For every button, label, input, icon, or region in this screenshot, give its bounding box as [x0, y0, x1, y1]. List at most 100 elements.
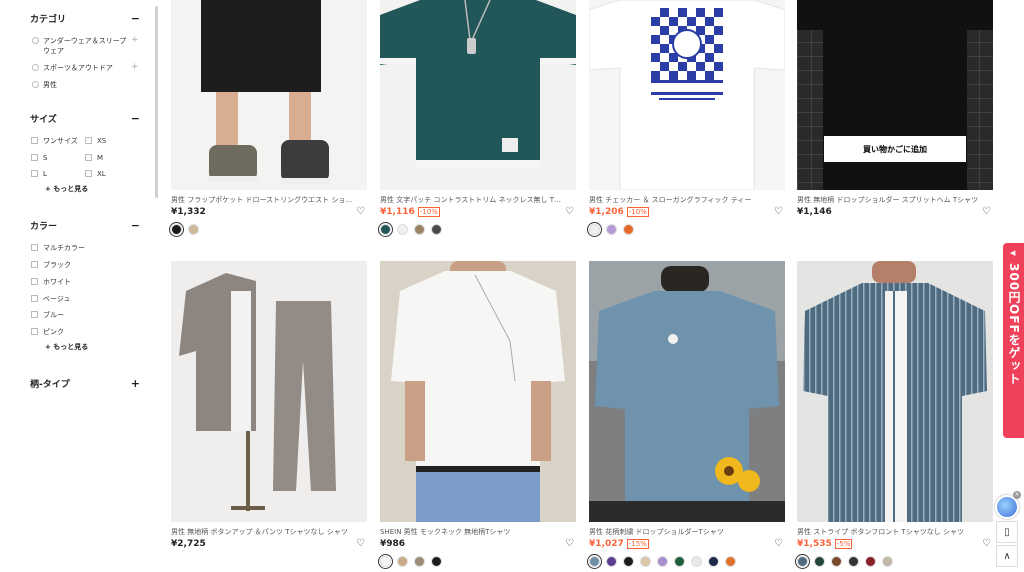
product-image[interactable] [380, 261, 576, 522]
swatch[interactable] [414, 224, 425, 235]
color-option-pink[interactable]: ピンク [31, 327, 64, 337]
wishlist-heart-icon[interactable]: ♡ [774, 538, 783, 549]
product-image[interactable] [171, 0, 367, 190]
size-option-onesize[interactable]: ワンサイズ [31, 136, 78, 146]
swatch[interactable] [674, 556, 685, 567]
size-option-xl[interactable]: XL [85, 169, 106, 179]
swatch[interactable] [431, 556, 442, 567]
swatch[interactable] [623, 556, 634, 567]
product-card[interactable]: 男性 文字パッチ コントラストトリム ネックレス無し Tシ... ♡ ¥1,11… [380, 0, 576, 240]
product-title[interactable]: SHEIN 男性 モックネック 無地柄Tシャツ [380, 527, 562, 537]
product-title[interactable]: 男性 ストライプ ボタンフロント Tシャツなし シャツ [797, 527, 979, 537]
swatch[interactable] [589, 556, 600, 567]
product-title[interactable]: 男性 花柄刺繍 ドロップショルダーTシャツ [589, 527, 771, 537]
sidebar-scrollbar[interactable] [155, 6, 158, 198]
swatch[interactable] [397, 224, 408, 235]
collapse-icon[interactable]: − [131, 220, 140, 231]
swatch[interactable] [606, 224, 617, 235]
size-option-s[interactable]: S [31, 153, 47, 163]
checkbox[interactable] [31, 278, 38, 285]
swatch[interactable] [589, 224, 600, 235]
product-image[interactable] [171, 261, 367, 522]
category-option-sports[interactable]: スポーツ＆アウトドア [32, 63, 113, 73]
color-option-multi[interactable]: マルチカラー [31, 243, 85, 253]
size-more-link[interactable]: + もっと見る [45, 184, 88, 194]
checkbox[interactable] [31, 261, 38, 268]
swatch[interactable] [657, 556, 668, 567]
pattern-section-header[interactable]: 柄-タイプ + [30, 375, 140, 391]
expand-icon[interactable]: + [131, 378, 140, 389]
product-image[interactable] [589, 261, 785, 522]
color-option-white[interactable]: ホワイト [31, 277, 71, 287]
product-image[interactable] [589, 0, 785, 190]
swatch[interactable] [640, 556, 651, 567]
checkbox[interactable] [85, 137, 92, 144]
swatch[interactable] [171, 224, 182, 235]
swatch[interactable] [882, 556, 893, 567]
checkbox[interactable] [31, 328, 38, 335]
radio-icon[interactable] [32, 64, 39, 71]
expand-icon[interactable]: + [131, 35, 139, 45]
color-more-link[interactable]: + もっと見る [45, 342, 88, 352]
checkbox[interactable] [31, 244, 38, 251]
product-card[interactable]: 男性 ストライプ ボタンフロント Tシャツなし シャツ ♡ ¥1,535 -5% [797, 261, 993, 572]
swatch[interactable] [431, 224, 442, 235]
radio-icon[interactable] [32, 37, 39, 44]
copy-icon[interactable]: ▯ [996, 521, 1018, 543]
add-to-cart-button[interactable]: 買い物かごに追加 [824, 136, 966, 162]
size-section-header[interactable]: サイズ − [30, 110, 140, 126]
product-image[interactable] [380, 0, 576, 190]
swatch[interactable] [606, 556, 617, 567]
product-image[interactable]: 買い物かごに追加 [797, 0, 993, 190]
wishlist-heart-icon[interactable]: ♡ [774, 206, 783, 217]
swatch[interactable] [831, 556, 842, 567]
swatch[interactable] [814, 556, 825, 567]
wishlist-heart-icon[interactable]: ♡ [356, 538, 365, 549]
wishlist-heart-icon[interactable]: ♡ [565, 538, 574, 549]
category-section-header[interactable]: カテゴリ − [30, 10, 140, 26]
wishlist-heart-icon[interactable]: ♡ [982, 206, 991, 217]
expand-icon[interactable]: + [131, 62, 139, 72]
size-option-l[interactable]: L [31, 169, 47, 179]
wishlist-heart-icon[interactable]: ♡ [982, 538, 991, 549]
radio-icon[interactable] [32, 81, 39, 88]
checkbox[interactable] [85, 154, 92, 161]
swatch[interactable] [188, 224, 199, 235]
swatch[interactable] [397, 556, 408, 567]
product-card[interactable]: 男性 フラップポケット ドローストリングウエスト ショー... ♡ ¥1,332 [171, 0, 367, 240]
wishlist-heart-icon[interactable]: ♡ [356, 206, 365, 217]
product-image[interactable] [797, 261, 993, 522]
product-card[interactable]: SHEIN 男性 モックネック 無地柄Tシャツ ♡ ¥986 [380, 261, 576, 572]
checkbox[interactable] [31, 295, 38, 302]
wishlist-heart-icon[interactable]: ♡ [565, 206, 574, 217]
coupon-promo-tab[interactable]: ◀ 300円OFFをゲット [1003, 243, 1024, 438]
checkbox[interactable] [31, 154, 38, 161]
product-title[interactable]: 男性 チェッカー ＆ スローガングラフィック ティー [589, 195, 771, 205]
swatch[interactable] [380, 224, 391, 235]
checkbox[interactable] [31, 137, 38, 144]
close-icon[interactable]: × [1013, 491, 1021, 499]
swatch[interactable] [708, 556, 719, 567]
back-to-top-icon[interactable]: ∧ [996, 545, 1018, 567]
swatch[interactable] [848, 556, 859, 567]
color-section-header[interactable]: カラー − [30, 217, 140, 233]
swatch[interactable] [414, 556, 425, 567]
product-title[interactable]: 男性 文字パッチ コントラストトリム ネックレス無し Tシ... [380, 195, 562, 205]
product-card[interactable]: 買い物かごに追加 男性 無地柄 ドロップショルダー スプリットヘム Tシャツ ♡… [797, 0, 993, 240]
product-card[interactable]: 男性 チェッカー ＆ スローガングラフィック ティー ♡ ¥1,206 -10% [589, 0, 785, 240]
swatch[interactable] [623, 224, 634, 235]
collapse-icon[interactable]: − [131, 113, 140, 124]
color-option-black[interactable]: ブラック [31, 260, 71, 270]
swatch[interactable] [691, 556, 702, 567]
product-title[interactable]: 男性 無地柄 ボタンアップ ＆パンツ Tシャツなし シャツ [171, 527, 353, 537]
swatch[interactable] [380, 556, 391, 567]
product-card[interactable]: 男性 無地柄 ボタンアップ ＆パンツ Tシャツなし シャツ ♡ ¥2,725 [171, 261, 367, 572]
checkbox[interactable] [85, 170, 92, 177]
swatch[interactable] [797, 556, 808, 567]
size-option-xs[interactable]: XS [85, 136, 106, 146]
color-option-blue[interactable]: ブルー [31, 310, 64, 320]
color-option-beige[interactable]: ベージュ [31, 294, 70, 304]
size-option-m[interactable]: M [85, 153, 103, 163]
checkbox[interactable] [31, 311, 38, 318]
category-option-underwear[interactable]: アンダーウェア＆スリープ ウェア [32, 36, 127, 56]
